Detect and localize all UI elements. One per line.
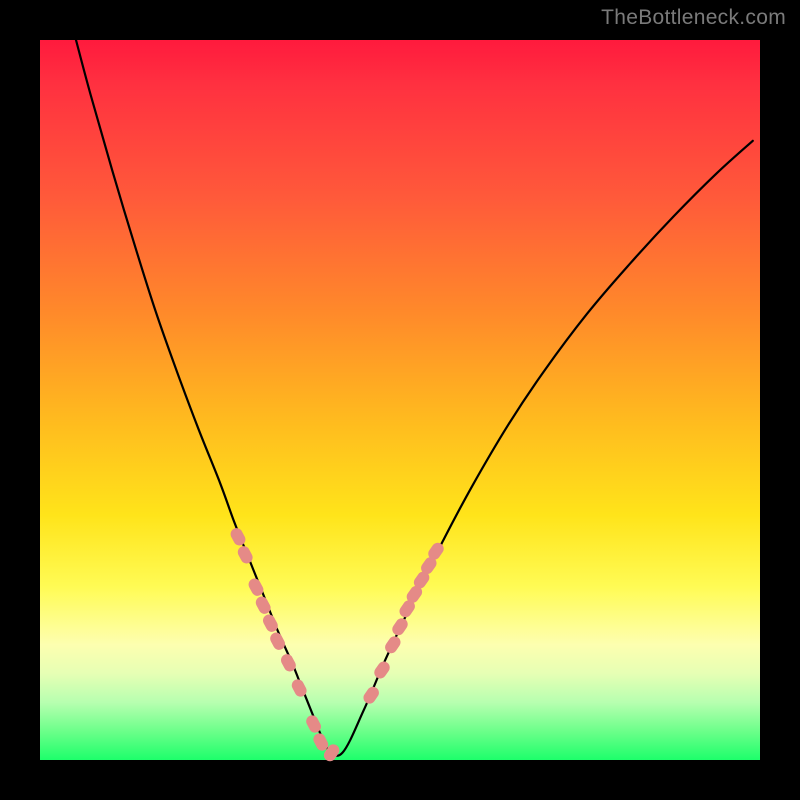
curve-marker bbox=[383, 634, 403, 656]
watermark-text: TheBottleneck.com bbox=[601, 6, 786, 30]
curve-marker bbox=[390, 616, 410, 638]
curve-marker bbox=[268, 630, 287, 652]
plot-area bbox=[40, 40, 760, 760]
marker-group bbox=[228, 526, 446, 764]
curve-marker bbox=[228, 526, 247, 548]
curve-marker bbox=[372, 659, 392, 681]
curve-marker bbox=[361, 684, 381, 706]
curve-layer bbox=[40, 40, 760, 760]
bottleneck-curve-path bbox=[76, 40, 753, 756]
chart-frame: TheBottleneck.com bbox=[0, 0, 800, 800]
curve-marker bbox=[236, 544, 255, 566]
